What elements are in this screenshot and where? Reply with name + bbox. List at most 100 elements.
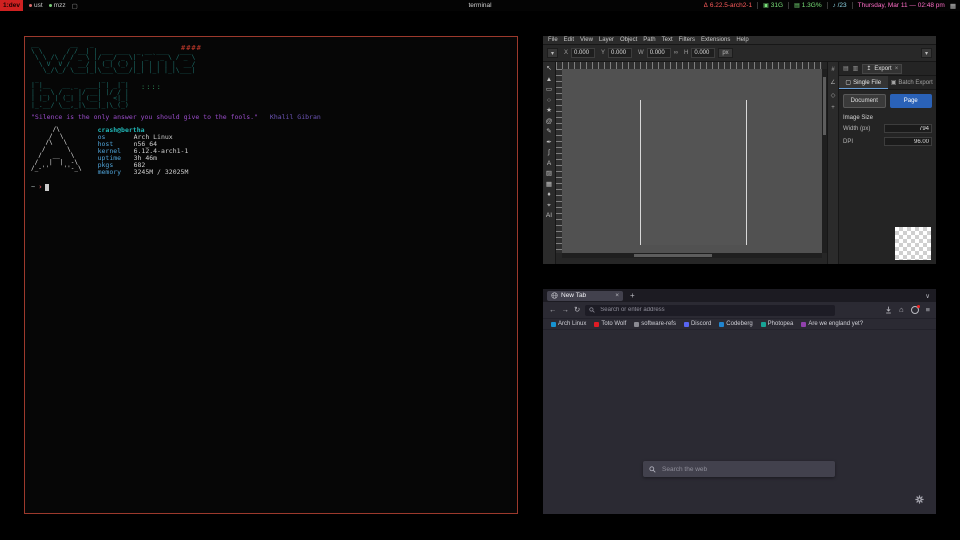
tray-icon[interactable]: ▦ — [950, 2, 956, 10]
status-bar: 1:dev ust mzz ▢ terminal Δ6.22.5-arch2-1… — [0, 0, 960, 11]
gradient-tool-icon[interactable]: ▨ — [546, 170, 552, 177]
memory-status: ▤1.3G% — [794, 2, 822, 9]
batch-export-tab[interactable]: ▣ Batch Export — [888, 76, 937, 89]
home-icon[interactable]: ⌂ — [899, 306, 904, 314]
browser-window[interactable]: New Tab × + ∨ ← → ↻ ⌂ ≡ Arch Linux Toto … — [543, 289, 936, 514]
terminal-window[interactable]: __ __ _ \ \ / /__| | ___ ___ _ __ ___ __… — [24, 36, 518, 514]
browser-tab-new-tab[interactable]: New Tab × — [547, 291, 623, 301]
export-tab-label: Export — [874, 66, 891, 72]
back-button[interactable]: ← — [549, 306, 557, 314]
batch-export-icon: ▣ — [891, 79, 897, 86]
export-dialog-tab[interactable]: ↥ Export × — [862, 64, 902, 74]
bookmark-are-we-england-yet[interactable]: Are we england yet? — [801, 321, 863, 327]
bookmark-toto-wolf[interactable]: Toto Wolf — [594, 321, 626, 327]
scrollbar-thumb[interactable] — [823, 77, 826, 135]
bookmark-discord[interactable]: Discord — [684, 321, 711, 327]
calligraphy-tool-icon[interactable]: ∫ — [548, 149, 550, 156]
quote-text: "Silence is the only answer you should g… — [31, 113, 258, 121]
pencil-tool-icon[interactable]: ✎ — [546, 128, 551, 135]
w-field[interactable]: 0.000 — [647, 48, 671, 58]
snap-icon-1[interactable]: # — [831, 67, 834, 73]
menu-text[interactable]: Text — [662, 37, 673, 43]
personalize-gear-icon[interactable] — [915, 495, 924, 504]
bookmark-software-refs[interactable]: software-refs — [634, 321, 676, 327]
export-tab-icon: ↥ — [866, 65, 871, 72]
export-area-buttons: Document Page — [839, 90, 936, 112]
scrollbar-thumb[interactable] — [634, 254, 712, 257]
selection-mode-dropdown[interactable]: ▾ — [547, 48, 558, 58]
forward-button[interactable]: → — [562, 306, 570, 314]
web-search-input[interactable] — [660, 465, 829, 474]
menu-hamburger-icon[interactable]: ≡ — [926, 306, 930, 314]
y-field[interactable]: 0.000 — [608, 48, 632, 58]
ellipse-tool-icon[interactable]: ○ — [547, 97, 551, 104]
favicon — [801, 322, 806, 327]
canvas[interactable] — [562, 69, 822, 253]
menu-filters[interactable]: Filters — [679, 37, 695, 43]
menu-view[interactable]: View — [580, 37, 593, 43]
spiral-tool-icon[interactable]: @ — [546, 118, 553, 125]
clock: Thursday, Mar 11 — 02:48 pm — [858, 2, 945, 9]
shell-prompt[interactable]: ~ › — [31, 183, 511, 191]
page-button[interactable]: Page — [890, 94, 933, 108]
rectangle-tool-icon[interactable]: ▭ — [546, 86, 552, 93]
text-tool-icon[interactable]: A — [547, 160, 551, 167]
menu-layer[interactable]: Layer — [599, 37, 614, 43]
workspace-tag-2[interactable]: mzz — [49, 2, 66, 9]
canvas-horizontal-scrollbar[interactable] — [562, 253, 822, 258]
x-field-label: X — [564, 50, 568, 56]
close-icon[interactable]: × — [895, 66, 899, 72]
new-tab-button[interactable]: + — [630, 292, 635, 300]
workspace-indicator-active[interactable]: 1:dev — [0, 0, 23, 11]
snap-icon-2[interactable]: ∠ — [830, 79, 835, 86]
menu-path[interactable]: Path — [643, 37, 655, 43]
list-tabs-chevron-icon[interactable]: ∨ — [925, 292, 930, 300]
h-field[interactable]: 0.000 — [691, 48, 715, 58]
mesh-tool-icon[interactable]: ▦ — [546, 181, 552, 188]
workspace-tag-1[interactable]: ust — [29, 2, 43, 9]
x-field[interactable]: 0.000 — [571, 48, 595, 58]
dock-icon-2[interactable]: ▥ — [853, 65, 859, 72]
menu-help[interactable]: Help — [736, 37, 748, 43]
document-button[interactable]: Document — [843, 94, 886, 108]
favicon — [761, 322, 766, 327]
volume-status[interactable]: ♪/23 — [833, 2, 847, 9]
url-bar[interactable] — [585, 305, 835, 316]
url-input[interactable] — [598, 306, 831, 314]
terminal-content: __ __ _ \ \ / /__| | ___ ___ _ __ ___ __… — [25, 37, 517, 513]
lock-ratio-icon[interactable]: ∞ — [674, 50, 678, 56]
menu-object[interactable]: Object — [620, 37, 637, 43]
close-tab-icon[interactable]: × — [615, 292, 619, 299]
web-search-box[interactable] — [643, 461, 835, 477]
single-file-tab[interactable]: ▢ Single File — [839, 76, 888, 89]
dpi-row: DPI — [839, 135, 936, 148]
ai-tool-icon[interactable]: AI — [546, 212, 552, 219]
menu-extensions[interactable]: Extensions — [701, 37, 730, 43]
downloads-icon[interactable] — [885, 306, 892, 314]
width-input[interactable] — [884, 124, 932, 133]
account-icon-with-badge[interactable] — [911, 306, 919, 314]
dpi-input[interactable] — [884, 137, 932, 146]
inkscape-window[interactable]: File Edit View Layer Object Path Text Fi… — [543, 36, 936, 264]
star-tool-icon[interactable]: ★ — [546, 107, 552, 114]
favicon — [551, 322, 556, 327]
bookmark-arch-linux[interactable]: Arch Linux — [551, 321, 586, 327]
disk-text: 31G — [771, 2, 783, 9]
pen-tool-icon[interactable]: ✒ — [546, 139, 551, 146]
zoom-tool-icon[interactable]: ⌖ — [547, 202, 551, 209]
selector-tool-icon[interactable]: ↖ — [546, 65, 551, 72]
layout-mode-icon[interactable]: ▢ — [72, 2, 78, 10]
menu-file[interactable]: File — [548, 37, 558, 43]
toolbar-extra-dropdown[interactable]: ▾ — [921, 48, 932, 58]
snap-icon-3[interactable]: ◇ — [831, 92, 836, 99]
node-tool-icon[interactable]: ▲ — [546, 76, 552, 83]
dock-icon-1[interactable]: ▤ — [843, 65, 849, 72]
menu-edit[interactable]: Edit — [564, 37, 574, 43]
tab-bar: New Tab × + ∨ — [543, 289, 936, 302]
bookmark-photopea[interactable]: Photopea — [761, 321, 794, 327]
unit-dropdown[interactable]: px — [718, 48, 732, 58]
dropper-tool-icon[interactable]: ♦ — [547, 191, 550, 198]
snap-icon-4[interactable]: + — [831, 105, 835, 111]
reload-button[interactable]: ↻ — [574, 306, 580, 314]
bookmark-codeberg[interactable]: Codeberg — [719, 321, 752, 327]
